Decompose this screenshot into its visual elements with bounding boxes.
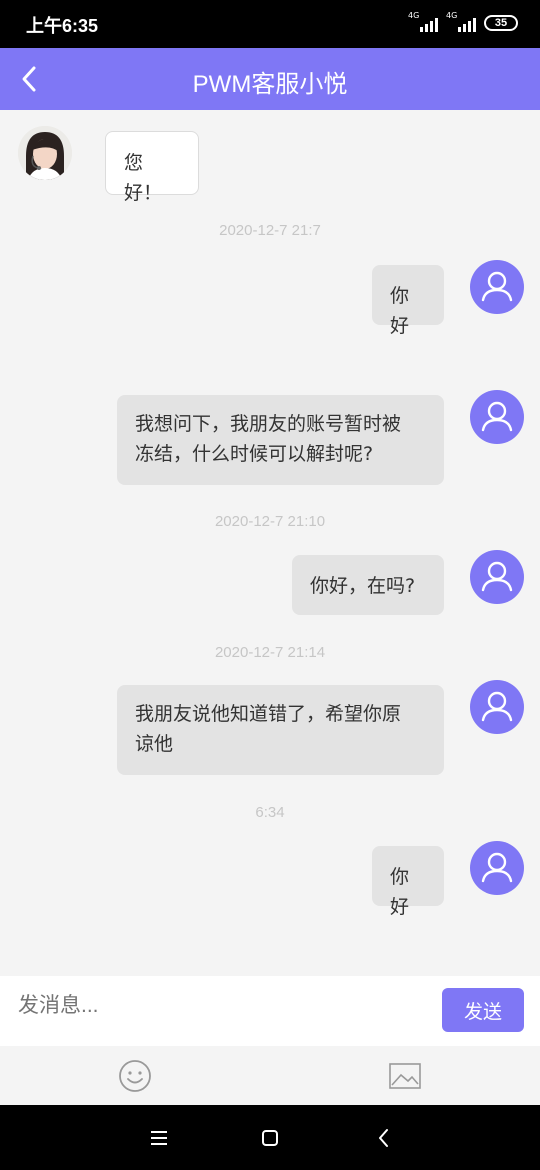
- send-button[interactable]: 发送: [442, 988, 524, 1032]
- home-square-icon[interactable]: [257, 1125, 283, 1151]
- user-message-bubble[interactable]: 我朋友说他知道错了，希望你原 谅他: [117, 685, 444, 775]
- message-composer: 发送: [0, 976, 540, 1046]
- user-message-bubble[interactable]: 你好: [372, 846, 444, 918]
- message-text: 冻结，什么时候可以解封呢?: [135, 443, 374, 465]
- message-timestamp: 6:34: [255, 804, 285, 821]
- user-avatar[interactable]: [470, 550, 524, 604]
- user-message-bubble[interactable]: 我想问下，我朋友的账号暂时被 冻结，什么时候可以解封呢?: [117, 395, 444, 485]
- composer-toolbar: [0, 1046, 540, 1105]
- system-nav-bar: [0, 1105, 540, 1170]
- network-type-label: 4G: [408, 11, 420, 20]
- menu-icon[interactable]: [146, 1125, 172, 1151]
- message-text: 谅他: [135, 733, 174, 755]
- user-message-bubble[interactable]: 你好: [372, 265, 444, 337]
- message-text: 你好: [390, 285, 410, 337]
- message-text: 我朋友说他知道错了，希望你原: [135, 703, 402, 725]
- message-text: 你好，在吗?: [310, 575, 416, 597]
- user-avatar[interactable]: [470, 841, 524, 895]
- network-type-label: 4G: [446, 11, 458, 20]
- signal-icon: 4G: [408, 11, 438, 32]
- image-icon[interactable]: [387, 1058, 423, 1094]
- chat-header: PWM客服小悦: [0, 48, 540, 110]
- signal-icon: 4G: [446, 11, 476, 32]
- message-text: 您好！: [124, 152, 163, 204]
- status-bar: 上午6:35 4G 4G 35: [0, 0, 540, 48]
- message-timestamp: 2020-12-7 21:7: [219, 222, 321, 239]
- message-list[interactable]: 您好！ 2020-12-7 21:7 你好 我想问下，我朋友的账号暂时被 冻结，…: [0, 110, 540, 976]
- agent-message-bubble[interactable]: 您好！: [105, 131, 199, 204]
- message-timestamp: 2020-12-7 21:10: [214, 513, 326, 530]
- user-avatar[interactable]: [470, 390, 524, 444]
- battery-icon: 35: [484, 15, 518, 31]
- message-text: 我想问下，我朋友的账号暂时被: [135, 413, 402, 435]
- status-indicators: 4G 4G 35: [408, 11, 518, 32]
- page-title: PWM客服小悦: [192, 71, 348, 98]
- message-text: 你好: [390, 866, 410, 918]
- agent-avatar[interactable]: [18, 126, 72, 180]
- message-input[interactable]: [18, 994, 418, 1018]
- message-timestamp: 2020-12-7 21:14: [214, 644, 326, 661]
- back-icon[interactable]: [371, 1125, 397, 1151]
- user-avatar[interactable]: [470, 680, 524, 734]
- status-time: 上午6:35: [26, 16, 99, 36]
- user-avatar[interactable]: [470, 260, 524, 314]
- emoji-icon[interactable]: [117, 1058, 153, 1094]
- user-message-bubble[interactable]: 你好，在吗?: [292, 555, 444, 615]
